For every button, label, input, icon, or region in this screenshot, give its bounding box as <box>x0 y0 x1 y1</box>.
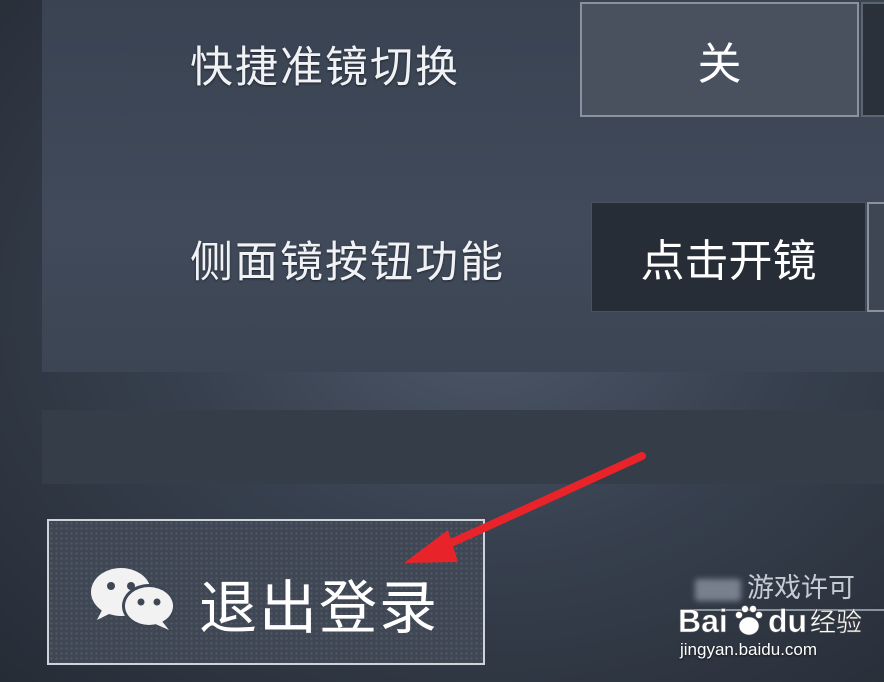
logout-label: 退出登录 <box>199 574 440 642</box>
watermark-url: jingyan.baidu.com <box>680 640 818 659</box>
logout-button[interactable]: 退出登录 <box>47 519 485 665</box>
svg-text:经验: 经验 <box>810 608 862 638</box>
wechat-icon <box>91 568 176 630</box>
empty-settings-row <box>42 410 884 484</box>
side-scope-button-label: 侧面镜按钮功能 <box>190 238 505 288</box>
baidu-jingyan-watermark: Bai du 经验 jingyan.baidu.com <box>672 598 884 668</box>
quick-scope-on-option[interactable] <box>861 2 884 117</box>
quick-scope-switch-label: 快捷准镜切换 <box>190 43 460 93</box>
tap-to-scope-option[interactable]: 点击开镜 <box>591 202 866 312</box>
svg-text:Bai: Bai <box>678 603 728 639</box>
baidu-logo-icon: Bai du 经验 <box>678 603 863 640</box>
quick-scope-off-option[interactable]: 关 <box>580 2 859 117</box>
side-scope-next-option[interactable] <box>867 202 884 312</box>
svg-text:du: du <box>768 603 807 639</box>
